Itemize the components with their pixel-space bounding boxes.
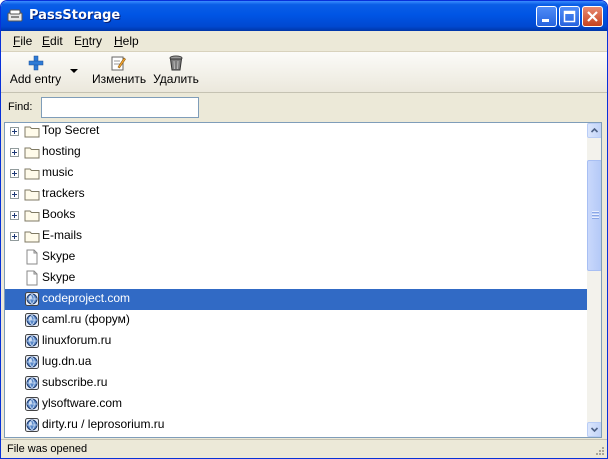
scroll-up-button[interactable] <box>587 123 601 138</box>
folder-icon <box>24 189 40 201</box>
document-icon <box>26 249 38 265</box>
add-entry-dropdown-arrow[interactable] <box>70 69 78 73</box>
status-text: File was opened <box>7 443 88 455</box>
menu-entry[interactable]: Entry <box>74 34 102 48</box>
tree-row[interactable]: subscribe.ru <box>5 373 587 394</box>
tree-row[interactable]: caml.ru (форум) <box>5 310 587 331</box>
document-icon <box>26 270 38 286</box>
tree-row[interactable]: Skype <box>5 268 587 289</box>
globe-icon <box>25 418 39 432</box>
find-input[interactable] <box>41 97 199 118</box>
scroll-grip-line <box>592 214 599 216</box>
tree-row[interactable]: ylsoftware.com <box>5 394 587 415</box>
app-window: PassStorage File Edit Entry Help Add ent… <box>0 0 608 459</box>
tree-row-label: subscribe.ru <box>42 375 108 389</box>
window-title: PassStorage <box>29 8 121 23</box>
tree-row[interactable]: Skype <box>5 247 587 268</box>
tree-row-label: trackers <box>42 186 85 200</box>
edit-icon <box>111 56 126 71</box>
globe-icon <box>25 355 39 369</box>
scroll-thumb[interactable] <box>587 160 601 271</box>
maximize-icon <box>563 10 576 23</box>
tree-row-label: caml.ru (форум) <box>42 312 130 326</box>
toolbar: Add entry Изменить Удалить <box>1 52 607 93</box>
folder-icon <box>24 231 40 243</box>
tree-row-label: music <box>42 165 74 179</box>
expand-plus-icon[interactable] <box>10 232 19 241</box>
find-bar: Find: <box>1 93 607 121</box>
find-label: Find: <box>8 101 33 113</box>
maximize-button[interactable] <box>559 6 580 27</box>
chevron-up-icon <box>590 127 599 133</box>
folder-icon <box>24 210 40 222</box>
chevron-down-icon <box>590 427 599 433</box>
globe-icon <box>25 313 39 327</box>
tree-row-label: E-mails <box>42 228 83 242</box>
folder-icon <box>24 126 40 138</box>
menu-help[interactable]: Help <box>114 34 139 48</box>
tree-row[interactable]: linuxforum.ru <box>5 331 587 352</box>
edit-button[interactable]: Изменить <box>92 52 147 92</box>
delete-button[interactable]: Удалить <box>152 52 200 92</box>
menu-bar: File Edit Entry Help <box>1 31 607 52</box>
minimize-icon <box>542 19 549 22</box>
globe-icon <box>25 376 39 390</box>
expand-plus-icon[interactable] <box>10 127 19 136</box>
folder-icon <box>24 147 40 159</box>
tree-row-label: Top Secret <box>42 123 100 137</box>
trash-icon <box>169 55 183 71</box>
tree-row-label: codeproject.com <box>42 291 131 305</box>
tree-row[interactable]: E-mails <box>5 226 587 247</box>
close-icon <box>587 11 598 22</box>
tree-row-label: Books <box>42 207 76 221</box>
expand-plus-icon[interactable] <box>10 190 19 199</box>
expand-plus-icon[interactable] <box>10 211 19 220</box>
tree-row-label: ylsoftware.com <box>42 396 123 410</box>
delete-label: Удалить <box>153 72 199 86</box>
close-button[interactable] <box>582 6 603 27</box>
add-entry-label: Add entry <box>9 72 62 86</box>
tree-row[interactable]: codeproject.com <box>5 289 587 310</box>
plus-icon <box>28 55 43 71</box>
tree-row[interactable]: trackers <box>5 184 587 205</box>
vertical-scrollbar[interactable] <box>587 123 601 437</box>
scroll-grip-line <box>592 211 599 213</box>
tree-row[interactable]: Top Secret <box>5 123 587 142</box>
menu-edit[interactable]: Edit <box>42 34 63 48</box>
tree-row[interactable]: dirty.ru / leprosorium.ru <box>5 415 587 436</box>
title-bar[interactable]: PassStorage <box>1 1 607 31</box>
tree-row[interactable]: lug.dn.ua <box>5 352 587 373</box>
tree-row-label: Skype <box>42 270 76 284</box>
tree-row[interactable]: Books <box>5 205 587 226</box>
tree-row[interactable]: music <box>5 163 587 184</box>
tree-row-label: lug.dn.ua <box>42 354 92 368</box>
scroll-grip-line <box>592 217 599 219</box>
tree-row-label: hosting <box>42 144 81 158</box>
status-bar: File was opened <box>1 439 607 458</box>
resize-grip-icon[interactable] <box>593 446 605 458</box>
tree-row-label: linuxforum.ru <box>42 333 112 347</box>
globe-icon <box>25 397 39 411</box>
globe-icon <box>25 334 39 348</box>
menu-file[interactable]: File <box>13 34 32 48</box>
tree-row[interactable]: hosting <box>5 142 587 163</box>
tree-row-label: dirty.ru / leprosorium.ru <box>42 417 165 431</box>
entry-tree[interactable]: Top Secret hosting music trackers Books E-mai… <box>4 122 602 438</box>
app-icon <box>7 9 23 22</box>
globe-icon <box>25 292 39 306</box>
edit-label: Изменить <box>92 72 147 86</box>
folder-icon <box>24 168 40 180</box>
expand-plus-icon[interactable] <box>10 148 19 157</box>
minimize-button[interactable] <box>536 6 557 27</box>
scroll-down-button[interactable] <box>587 422 601 437</box>
tree-row-label: Skype <box>42 249 76 263</box>
add-entry-button[interactable]: Add entry <box>7 52 64 92</box>
expand-plus-icon[interactable] <box>10 169 19 178</box>
